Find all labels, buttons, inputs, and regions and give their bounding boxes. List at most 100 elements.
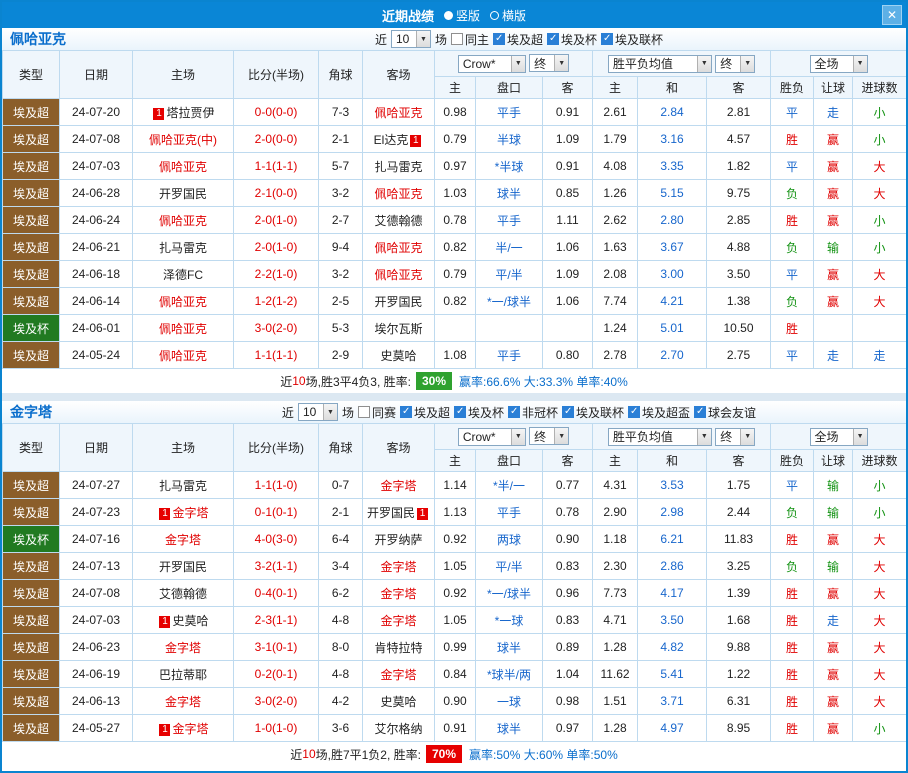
home-odds-cell: 0.79 bbox=[434, 260, 476, 288]
league-checkbox[interactable]: 埃及杯 bbox=[547, 31, 597, 48]
result-cell: 平 bbox=[770, 98, 815, 126]
radio-vertical[interactable]: 竖版 bbox=[443, 7, 480, 24]
away-odds-cell: 1.09 bbox=[541, 260, 594, 288]
final-odds-select[interactable]: 终 ▼ bbox=[529, 427, 570, 446]
recent-results-dialog: 近期战绩 竖版 横版 ✕ 佩哈亚克 近 10 ▼ 场 同主 埃及超 bbox=[0, 0, 908, 773]
away-team-cell: 肯特拉特 bbox=[362, 633, 435, 661]
col-corner: 角球 bbox=[318, 50, 363, 99]
away-team-cell: 金字塔 bbox=[362, 579, 435, 607]
result-cell: 平 bbox=[770, 341, 815, 369]
same-venue-checkbox[interactable]: 同赛 bbox=[357, 404, 396, 421]
same-venue-label: 同主 bbox=[464, 32, 489, 47]
type-cell: 埃及超 bbox=[2, 233, 60, 261]
away-odds-cell: 1.06 bbox=[541, 233, 594, 261]
avg-odds-select[interactable]: 胜平负均值 ▼ bbox=[607, 427, 712, 446]
away-odds-cell: 0.96 bbox=[541, 579, 594, 607]
date-cell: 24-06-21 bbox=[59, 233, 133, 261]
league-checkbox[interactable]: 埃及超盃 bbox=[628, 404, 690, 421]
near-label: 近 bbox=[374, 32, 387, 47]
goals-result-cell: 小 bbox=[852, 98, 906, 126]
type-cell: 埃及超 bbox=[2, 498, 60, 526]
home-odds-cell: 0.99 bbox=[434, 633, 476, 661]
home-odds-cell: 1.05 bbox=[434, 552, 476, 580]
section-divider bbox=[2, 393, 906, 401]
handicap-cell: 一球 bbox=[475, 687, 543, 715]
type-cell: 埃及杯 bbox=[2, 314, 60, 342]
match-row: 埃及超 24-06-24 佩哈亚克 2-0(1-0) 2-7 艾德翰德 0.78… bbox=[2, 206, 906, 234]
handicap-cell: *半/一 bbox=[475, 471, 543, 499]
league-label: 埃及超 bbox=[413, 405, 450, 420]
away-odds-cell: 0.77 bbox=[541, 471, 594, 499]
league-checkbox[interactable]: 埃及联杯 bbox=[601, 31, 663, 48]
avg-draw-cell: 4.97 bbox=[637, 714, 708, 742]
date-cell: 24-07-13 bbox=[59, 552, 133, 580]
away-odds-cell: 0.89 bbox=[541, 633, 594, 661]
col-avg-away: 客 bbox=[706, 76, 772, 99]
avg-away-cell: 2.44 bbox=[706, 498, 772, 526]
match-row: 埃及超 24-06-21 扎马雷克 2-0(1-0) 9-4 佩哈亚克 0.82… bbox=[2, 233, 906, 261]
col-score: 比分(半场) bbox=[233, 50, 319, 99]
league-checkbox[interactable]: 球会友谊 bbox=[694, 404, 756, 421]
summary-text: 场,胜3平4负3, 胜率: bbox=[305, 374, 411, 389]
avg-draw-cell: 3.71 bbox=[637, 687, 708, 715]
corner-cell: 3-4 bbox=[318, 552, 363, 580]
avg-away-cell: 2.75 bbox=[706, 341, 772, 369]
section2-summary: 近 10 场,胜7平1负2, 胜率: 70% 赢率:50% 大:60% 单率:50% bbox=[2, 742, 906, 766]
chevron-down-icon: ▼ bbox=[510, 428, 525, 445]
odds-company-select[interactable]: Crow* ▼ bbox=[457, 427, 526, 446]
handicap-result-cell: 赢 bbox=[813, 152, 854, 180]
league-checkbox[interactable]: 非冠杯 bbox=[508, 404, 558, 421]
handicap-result-cell: 走 bbox=[813, 98, 854, 126]
away-team-cell: 艾德翰德 bbox=[362, 206, 435, 234]
league-label: 埃及杯 bbox=[561, 32, 598, 47]
away-odds-cell: 0.98 bbox=[541, 687, 594, 715]
league-label: 埃及联杯 bbox=[576, 405, 625, 420]
handicap-cell: *球半/两 bbox=[475, 660, 543, 688]
goals-result-cell: 大 bbox=[852, 260, 906, 288]
corner-cell: 2-9 bbox=[318, 341, 363, 369]
avg-selector-cell: 胜平负均值 ▼ 终 ▼ bbox=[592, 423, 772, 450]
match-row: 埃及超 24-05-24 佩哈亚克 1-1(1-1) 2-9 史莫哈 1.08 … bbox=[2, 341, 906, 369]
handicap-result-cell: 赢 bbox=[813, 179, 854, 207]
match-count-select[interactable]: 10 ▼ bbox=[390, 30, 431, 48]
radio-horizontal[interactable]: 横版 bbox=[490, 7, 526, 24]
handicap-result-cell: 赢 bbox=[813, 260, 854, 288]
league-checkbox[interactable]: 埃及联杯 bbox=[562, 404, 624, 421]
score-cell: 2-0(1-0) bbox=[233, 233, 319, 261]
goals-result-cell: 大 bbox=[852, 687, 906, 715]
final-avg-select[interactable]: 终 ▼ bbox=[715, 427, 756, 446]
final-avg-select[interactable]: 终 ▼ bbox=[715, 54, 756, 73]
close-icon[interactable]: ✕ bbox=[882, 5, 902, 25]
radio-vertical-label: 竖版 bbox=[455, 8, 480, 23]
type-cell: 埃及超 bbox=[2, 633, 60, 661]
match-count-select[interactable]: 10 ▼ bbox=[297, 403, 338, 421]
handicap-result-cell: 赢 bbox=[813, 206, 854, 234]
col-home: 主场 bbox=[132, 50, 234, 99]
final-odds-select[interactable]: 终 ▼ bbox=[529, 54, 570, 73]
avg-odds-select[interactable]: 胜平负均值 ▼ bbox=[607, 54, 712, 73]
avg-away-cell: 1.39 bbox=[706, 579, 772, 607]
away-team-cell: 佩哈亚克 bbox=[362, 179, 435, 207]
away-odds-cell: 0.85 bbox=[541, 179, 594, 207]
same-venue-checkbox[interactable]: 同主 bbox=[450, 31, 489, 48]
corner-cell: 9-4 bbox=[318, 233, 363, 261]
scope-select[interactable]: 全场 ▼ bbox=[809, 54, 868, 73]
col-avg-draw: 和 bbox=[637, 76, 708, 99]
odds-company-select[interactable]: Crow* ▼ bbox=[457, 54, 526, 73]
league-checkbox[interactable]: 埃及超 bbox=[399, 404, 450, 421]
date-cell: 24-07-08 bbox=[59, 579, 133, 607]
handicap-cell: 球半 bbox=[475, 714, 543, 742]
section1-header: 佩哈亚克 近 10 ▼ 场 同主 埃及超 埃及杯 埃及联杯 bbox=[2, 28, 906, 50]
checkbox-icon bbox=[562, 406, 575, 418]
corner-cell: 0-7 bbox=[318, 471, 363, 499]
handicap-cell: 平/半 bbox=[475, 552, 543, 580]
league-checkbox[interactable]: 埃及超 bbox=[493, 31, 543, 48]
match-row: 埃及超 24-07-20 1 塔拉贾伊 0-0(0-0) 7-3 佩哈亚克 0.9… bbox=[2, 98, 906, 126]
col-odds-away: 客 bbox=[541, 76, 594, 99]
match-row: 埃及超 24-07-27 扎马雷克 1-1(1-0) 0-7 金字塔 1.14 … bbox=[2, 471, 906, 499]
handicap-cell: 平手 bbox=[475, 98, 543, 126]
score-cell: 1-1(1-1) bbox=[233, 341, 319, 369]
result-cell: 平 bbox=[770, 260, 815, 288]
scope-select[interactable]: 全场 ▼ bbox=[809, 427, 868, 446]
league-checkbox[interactable]: 埃及杯 bbox=[453, 404, 504, 421]
